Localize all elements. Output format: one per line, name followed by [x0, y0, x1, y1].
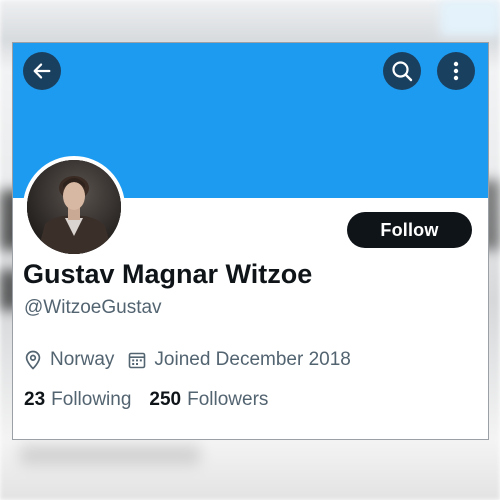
- location-text: Norway: [50, 349, 115, 370]
- followers-link[interactable]: 250 Followers: [149, 389, 268, 411]
- location-pin-icon: [25, 350, 41, 370]
- follow-stats: 23 Following 250 Followers: [24, 389, 268, 411]
- location-item: Norway: [24, 349, 114, 371]
- avatar[interactable]: [23, 156, 125, 258]
- following-link[interactable]: 23 Following: [24, 389, 131, 411]
- following-count: 23: [24, 389, 46, 410]
- back-button[interactable]: [23, 52, 61, 90]
- calendar-icon: [129, 352, 146, 369]
- joined-text: Joined December 2018: [154, 349, 351, 370]
- arrow-left-icon: [33, 63, 51, 79]
- avatar-photo: [27, 160, 121, 254]
- followers-count: 250: [149, 389, 182, 410]
- search-button[interactable]: [383, 52, 421, 90]
- following-label: Following: [51, 389, 132, 410]
- search-icon: [392, 61, 413, 82]
- more-vertical-icon: [453, 61, 459, 81]
- joined-item: Joined December 2018: [128, 349, 351, 371]
- more-options-button[interactable]: [437, 52, 475, 90]
- profile-meta: Norway Joined December 2018: [24, 349, 351, 371]
- followers-label: Followers: [187, 389, 269, 410]
- profile-name: Gustav Magnar Witzoe: [23, 259, 313, 289]
- profile-handle: @WitzoeGustav: [24, 297, 162, 318]
- profile-card: Follow Gustav Magnar Witzoe @WitzoeGusta…: [12, 42, 489, 440]
- follow-button[interactable]: Follow: [347, 212, 472, 248]
